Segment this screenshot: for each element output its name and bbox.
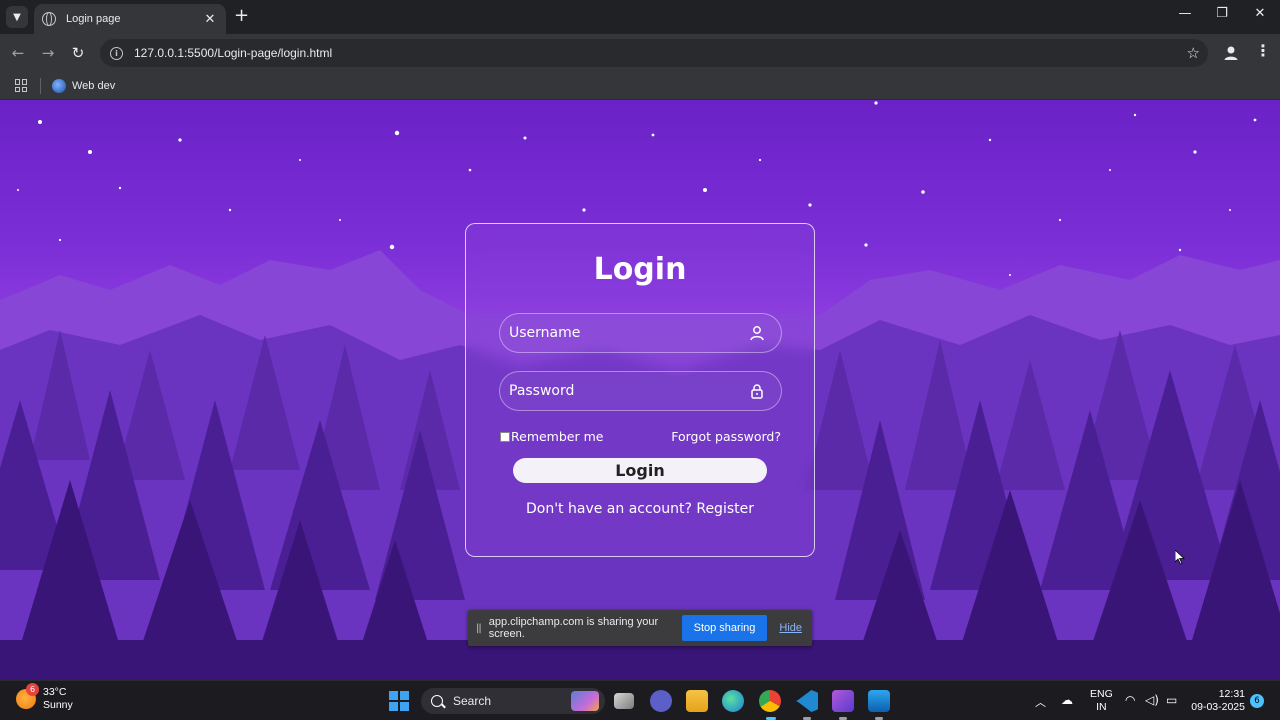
restore-icon[interactable]: ❐ [1210, 6, 1234, 21]
password-input[interactable] [500, 372, 781, 410]
drag-handle-icon[interactable]: || [476, 623, 482, 634]
remember-me[interactable]: Remember me [500, 429, 603, 444]
browser-toolbar: ← → ↻ i 127.0.0.1:5500/Login-page/login.… [0, 34, 1280, 72]
file-explorer-icon[interactable] [686, 690, 708, 712]
arrow-left-icon[interactable]: ← [8, 43, 28, 63]
taskbar-search[interactable]: Search [421, 688, 605, 714]
battery-icon[interactable]: ▭ [1166, 693, 1177, 707]
search-icon [431, 695, 443, 707]
password-field[interactable] [499, 371, 782, 411]
sun-icon: 6 [16, 683, 39, 709]
bookmark-divider [40, 78, 41, 94]
language-code: ENG [1090, 688, 1113, 700]
tab-search-button[interactable]: ▼ [6, 6, 28, 28]
app-window-icon[interactable] [868, 690, 890, 712]
region-code: IN [1096, 701, 1107, 713]
tab-strip: ▼ Login page ✕ + — ❐ ✕ [0, 0, 1280, 34]
globe-icon [42, 12, 56, 26]
weather-description: Sunny [43, 699, 73, 711]
username-input[interactable] [500, 314, 781, 352]
tab-title: Login page [66, 13, 121, 25]
taskbar-search-label: Search [453, 694, 492, 708]
screen-share-bar: || app.clipchamp.com is sharing your scr… [468, 610, 812, 646]
url-text[interactable]: 127.0.0.1:5500/Login-page/login.html [134, 46, 1187, 60]
vscode-icon[interactable] [796, 690, 818, 712]
minimize-icon[interactable]: — [1173, 6, 1197, 21]
notification-badge[interactable]: 6 [1250, 694, 1264, 708]
weather-temperature: 33°C [43, 686, 67, 698]
system-clock[interactable]: 12:31 09-03-2025 [1189, 688, 1245, 714]
register-link[interactable]: Don't have an account? Register [466, 501, 814, 517]
info-icon[interactable]: i [110, 46, 123, 60]
stop-sharing-button[interactable]: Stop sharing [681, 615, 768, 641]
arrow-right-icon[interactable]: → [38, 43, 58, 63]
bookmarks-bar: Web dev [0, 72, 1280, 100]
task-view-icon[interactable] [614, 693, 634, 709]
edge-browser-icon[interactable] [722, 690, 744, 712]
username-field[interactable] [499, 313, 782, 353]
language-indicator[interactable]: ENG IN [1090, 688, 1113, 714]
chevron-down-icon: ▼ [13, 11, 21, 23]
page-viewport: Login Remember me Forgot password? Login… [0, 100, 1280, 680]
clock-time: 12:31 [1218, 688, 1245, 700]
bookmark-web-dev[interactable]: Web dev [52, 76, 115, 96]
wifi-icon[interactable]: ◠ [1125, 693, 1135, 707]
remember-checkbox[interactable] [500, 431, 510, 442]
user-icon [750, 326, 764, 341]
chevron-up-icon[interactable]: ︿ [1035, 694, 1046, 710]
star-icon[interactable]: ☆ [1187, 44, 1200, 62]
kebab-menu-icon[interactable]: ⋮ [1255, 42, 1271, 60]
clock-date: 09-03-2025 [1191, 701, 1245, 713]
volume-icon[interactable]: ◁) [1145, 693, 1159, 707]
clipchamp-icon[interactable] [832, 690, 854, 712]
forgot-password-link[interactable]: Forgot password? [671, 429, 781, 444]
share-message: app.clipchamp.com is sharing your screen… [488, 616, 659, 640]
tab-login-page[interactable]: Login page ✕ [34, 4, 226, 34]
reload-icon[interactable]: ↻ [68, 43, 88, 63]
person-icon[interactable] [1222, 44, 1240, 62]
weather-badge: 6 [26, 683, 39, 696]
login-button[interactable]: Login [513, 458, 767, 483]
onedrive-icon[interactable]: ☁ [1061, 693, 1073, 707]
weather-widget[interactable]: 6 33°C Sunny [16, 683, 73, 712]
login-card: Login Remember me Forgot password? Login… [465, 223, 815, 557]
remember-label: Remember me [511, 429, 604, 444]
page-title: Login [593, 252, 687, 287]
lock-icon [751, 384, 763, 399]
chrome-browser-icon[interactable] [759, 690, 781, 712]
mouse-cursor-icon [1175, 550, 1185, 565]
bookmark-favicon-icon [52, 79, 66, 93]
apps-grid-icon[interactable] [15, 79, 28, 92]
plus-icon[interactable]: + [234, 7, 249, 25]
close-icon[interactable]: ✕ [202, 12, 218, 27]
windows-start-icon[interactable] [389, 691, 409, 711]
hide-link[interactable]: Hide [779, 622, 802, 634]
bookmark-label: Web dev [72, 80, 116, 92]
close-window-icon[interactable]: ✕ [1248, 6, 1272, 21]
teams-chat-icon[interactable] [650, 690, 672, 712]
search-highlight-icon [571, 691, 599, 711]
taskbar: 6 33°C Sunny Search ︿ ☁ ENG IN ◠ ◁) ▭ 12… [0, 680, 1280, 720]
address-bar[interactable]: i 127.0.0.1:5500/Login-page/login.html ☆ [100, 39, 1208, 67]
